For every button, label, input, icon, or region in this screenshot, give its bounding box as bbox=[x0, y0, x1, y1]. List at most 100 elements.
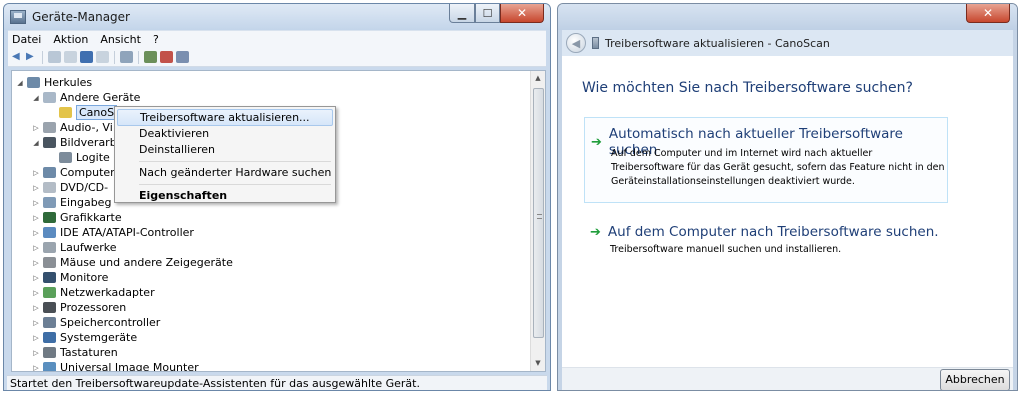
properties-view-icon[interactable] bbox=[64, 51, 77, 63]
expander-icon[interactable]: ▷ bbox=[32, 274, 40, 282]
expander-icon[interactable]: ▷ bbox=[32, 364, 40, 372]
unknown-devices-icon bbox=[43, 92, 56, 103]
tree-node[interactable]: ▷ Grafikkarte bbox=[32, 210, 122, 225]
scan-hardware-icon[interactable] bbox=[120, 51, 133, 63]
computer-icon bbox=[43, 167, 56, 178]
tree-node[interactable]: ▷ Eingabeg bbox=[32, 195, 111, 210]
expander-icon[interactable]: ▷ bbox=[32, 199, 40, 207]
expander-icon[interactable]: ▷ bbox=[32, 214, 40, 222]
tree-node-label: Mäuse und andere Zeigegeräte bbox=[60, 256, 233, 269]
caption-buttons: ▁ ☐ ✕ bbox=[449, 4, 544, 23]
tree-node-label: Audio-, Vi bbox=[60, 121, 113, 134]
tree-node[interactable]: CanoS bbox=[48, 105, 118, 120]
tree-node[interactable]: ▷ Universal Image Mounter bbox=[32, 360, 199, 372]
maximize-button[interactable]: ☐ bbox=[475, 4, 500, 23]
scroll-down-icon[interactable]: ▼ bbox=[531, 356, 545, 371]
webcam-icon bbox=[59, 152, 72, 163]
option-title: Auf dem Computer nach Treibersoftware su… bbox=[607, 224, 939, 240]
menu-action[interactable]: Aktion bbox=[53, 33, 88, 46]
tree-node[interactable]: ▷ Prozessoren bbox=[32, 300, 126, 315]
tree-node[interactable]: ▷ Audio-, Vi bbox=[32, 120, 113, 135]
forward-arrow-icon[interactable]: ▶ bbox=[26, 51, 37, 63]
menu-help[interactable]: ? bbox=[153, 33, 159, 46]
status-bar: Startet den Treibersoftwareupdate-Assist… bbox=[7, 375, 547, 390]
expander-icon[interactable]: ▷ bbox=[32, 169, 40, 177]
tree-node[interactable]: ◢ Herkules bbox=[16, 75, 92, 90]
vertical-scrollbar[interactable]: ▲ ▼ bbox=[530, 71, 545, 371]
tree-node[interactable]: ◢ Bildverarb bbox=[32, 135, 116, 150]
cancel-button[interactable]: Abbrechen bbox=[940, 369, 1010, 390]
option-search-automatically[interactable]: ➔ Automatisch nach aktueller Treibersoft… bbox=[584, 117, 948, 203]
tree-node[interactable]: ▷ Netzwerkadapter bbox=[32, 285, 155, 300]
tree-node-label: IDE ATA/ATAPI-Controller bbox=[60, 226, 194, 239]
expander-icon[interactable]: ▷ bbox=[32, 319, 40, 327]
camera-icon bbox=[43, 137, 56, 148]
back-button[interactable]: ◀ bbox=[566, 33, 586, 53]
context-separator bbox=[139, 161, 331, 162]
close-button[interactable]: ✕ bbox=[500, 4, 544, 23]
expander-icon[interactable]: ◢ bbox=[16, 79, 24, 87]
device-manager-window: Geräte-Manager ▁ ☐ ✕ Datei Aktion Ansich… bbox=[3, 3, 551, 391]
help-icon[interactable] bbox=[80, 51, 93, 63]
option-description: Auf dem Computer und im Internet wird na… bbox=[611, 148, 945, 187]
disable-device-icon[interactable] bbox=[176, 51, 189, 63]
option-browse-computer[interactable]: ➔ Auf dem Computer nach Treibersoftware … bbox=[584, 216, 948, 256]
action-pane-icon[interactable] bbox=[96, 51, 109, 63]
tree-node[interactable]: ▷ Tastaturen bbox=[32, 345, 117, 360]
minimize-button[interactable]: ▁ bbox=[449, 4, 475, 23]
expander-icon[interactable]: ▷ bbox=[32, 349, 40, 357]
tree-node[interactable]: ▷ IDE ATA/ATAPI-Controller bbox=[32, 225, 194, 240]
tree-node[interactable]: ▷ Speichercontroller bbox=[32, 315, 160, 330]
menu-view[interactable]: Ansicht bbox=[100, 33, 141, 46]
processor-icon bbox=[43, 302, 56, 313]
expander-icon[interactable]: ▷ bbox=[32, 124, 40, 132]
green-arrow-icon: ➔ bbox=[590, 224, 601, 240]
context-uninstall[interactable]: Deinstallieren bbox=[117, 142, 333, 158]
tree-node[interactable]: ◢ Andere Geräte bbox=[32, 90, 140, 105]
input-device-icon bbox=[43, 197, 56, 208]
ide-controller-icon bbox=[43, 227, 56, 238]
expander-icon[interactable]: ▷ bbox=[32, 184, 40, 192]
wizard-titlebar[interactable]: ✕ bbox=[558, 4, 1017, 30]
tree-node[interactable]: ▷ DVD/CD- bbox=[32, 180, 108, 195]
tree-node[interactable]: ▷ Laufwerke bbox=[32, 240, 116, 255]
expander-icon[interactable]: ▷ bbox=[32, 259, 40, 267]
expander-icon[interactable]: ▷ bbox=[32, 334, 40, 342]
toolbar-separator bbox=[138, 50, 139, 64]
tree-node[interactable]: ▷ Systemgeräte bbox=[32, 330, 137, 345]
scroll-up-icon[interactable]: ▲ bbox=[531, 71, 545, 86]
tree-node-label: Grafikkarte bbox=[60, 211, 122, 224]
expander-icon[interactable]: ▷ bbox=[32, 229, 40, 237]
device-manager-titlebar[interactable]: Geräte-Manager ▁ ☐ ✕ bbox=[4, 4, 550, 30]
context-disable[interactable]: Deaktivieren bbox=[117, 126, 333, 142]
tree-node[interactable]: Logite bbox=[48, 150, 110, 165]
expander-icon[interactable]: ◢ bbox=[32, 139, 40, 147]
context-properties[interactable]: Eigenschaften bbox=[117, 188, 333, 204]
context-update-driver[interactable]: Treibersoftware aktualisieren... bbox=[117, 109, 333, 126]
keyboard-icon bbox=[43, 347, 56, 358]
context-scan-hardware[interactable]: Nach geänderter Hardware suchen bbox=[117, 165, 333, 181]
menu-file[interactable]: Datei bbox=[12, 33, 41, 46]
menu-bar: Datei Aktion Ansicht ? bbox=[8, 30, 546, 48]
update-driver-icon[interactable] bbox=[144, 51, 157, 63]
scrollbar-thumb[interactable] bbox=[533, 88, 544, 338]
show-hide-console-tree-icon[interactable] bbox=[48, 51, 61, 63]
storage-controller-icon bbox=[43, 317, 56, 328]
wizard-close-button[interactable]: ✕ bbox=[966, 4, 1010, 23]
uninstall-device-icon[interactable] bbox=[160, 51, 173, 63]
toolbar-separator bbox=[114, 50, 115, 64]
monitor-icon bbox=[43, 272, 56, 283]
expander-icon[interactable]: ▷ bbox=[32, 289, 40, 297]
expander-icon[interactable]: ▷ bbox=[32, 304, 40, 312]
tree-node[interactable]: ▷ Monitore bbox=[32, 270, 108, 285]
warning-device-icon bbox=[59, 107, 72, 118]
expander-icon[interactable]: ◢ bbox=[32, 94, 40, 102]
wizard-header: ◀ Treibersoftware aktualisieren - CanoSc… bbox=[562, 30, 1013, 56]
tree-node-label: Netzwerkadapter bbox=[60, 286, 155, 299]
tree-node-label: CanoS bbox=[76, 105, 118, 120]
tree-node[interactable]: ▷ Mäuse und andere Zeigegeräte bbox=[32, 255, 233, 270]
back-arrow-icon[interactable]: ◀ bbox=[12, 51, 23, 63]
expander-icon[interactable]: ▷ bbox=[32, 244, 40, 252]
toolbar: ◀ ▶ bbox=[8, 48, 546, 67]
tree-node[interactable]: ▷ Computer bbox=[32, 165, 114, 180]
